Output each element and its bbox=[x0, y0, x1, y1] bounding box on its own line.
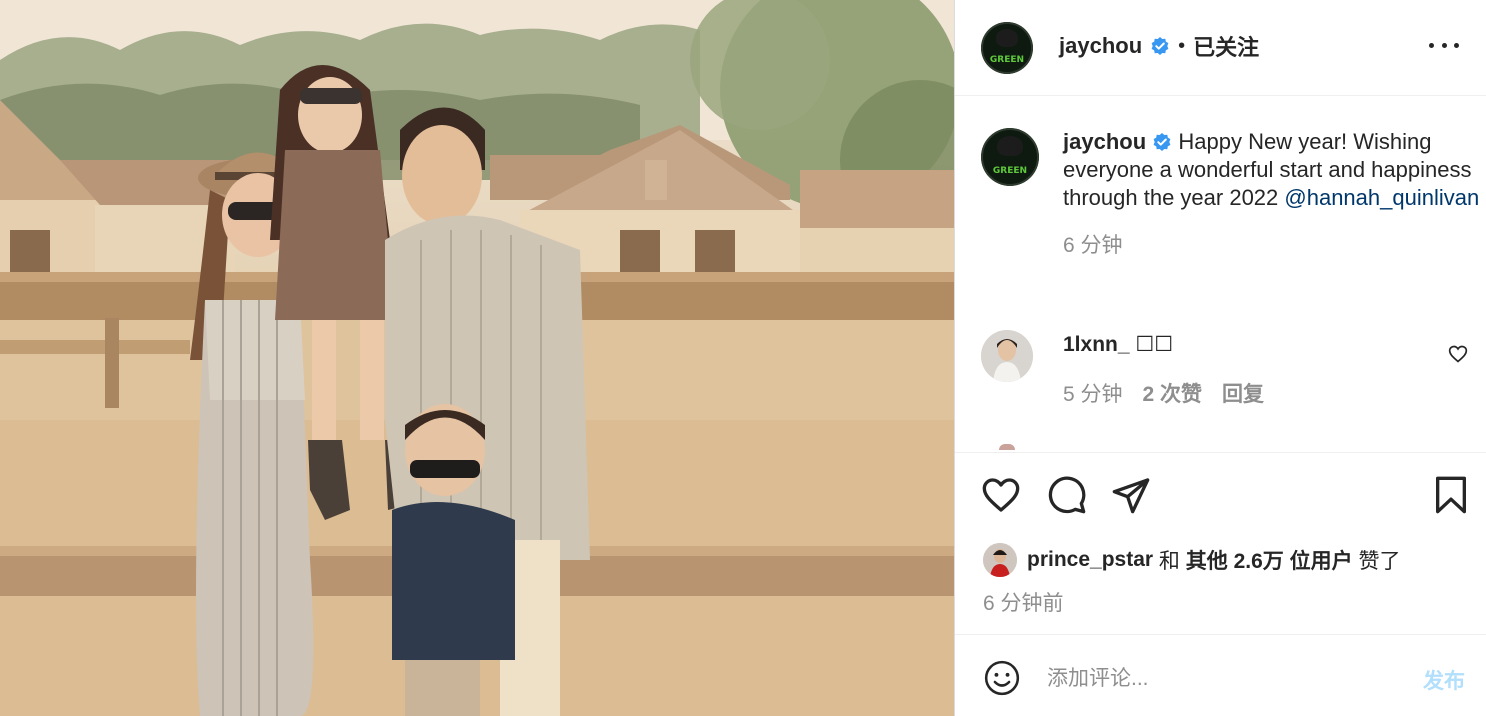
comment-reply-button[interactable]: 回复 bbox=[1222, 378, 1264, 408]
more-dot bbox=[1429, 42, 1434, 48]
post-actions-section: prince_pstar 和 其他 2.6万 位用户 赞了 6 分钟前 bbox=[955, 452, 1486, 634]
likes-summary: prince_pstar 和 其他 2.6万 位用户 赞了 bbox=[983, 543, 1400, 577]
author-username[interactable]: jaychou bbox=[1059, 33, 1142, 59]
comment-like-heart-icon[interactable] bbox=[1448, 344, 1468, 364]
liker-avatar-image bbox=[983, 543, 1017, 577]
caption-avatar[interactable]: GREEN bbox=[981, 128, 1039, 186]
follow-status-button[interactable]: 已关注 bbox=[1193, 30, 1259, 62]
heart-icon[interactable] bbox=[981, 475, 1021, 515]
verified-badge-icon bbox=[1151, 37, 1169, 55]
caption-text-block: jaychou Happy New year! Wishing everyone… bbox=[1063, 128, 1483, 260]
author-avatar[interactable]: GREEN bbox=[981, 22, 1033, 74]
header-user-row: jaychou • 已关注 bbox=[1059, 30, 1259, 62]
likes-connector: 和 bbox=[1153, 550, 1186, 573]
likes-suffix: 赞了 bbox=[1352, 550, 1401, 573]
comment-bubble-icon[interactable] bbox=[1047, 475, 1087, 515]
post-side-panel: GREEN jaychou • 已关注 GREEN jaychou Happy … bbox=[954, 0, 1486, 716]
next-comment-avatar-edge bbox=[999, 444, 1015, 450]
comment-time: 5 分钟 bbox=[1063, 383, 1123, 406]
avatar-ring bbox=[981, 22, 1033, 74]
smiley-icon[interactable] bbox=[983, 659, 1021, 697]
comment-meta-row: 5 分钟 2 次赞 回复 bbox=[1063, 378, 1264, 408]
post-photo bbox=[0, 0, 954, 716]
commenter-avatar-image bbox=[981, 330, 1033, 382]
commenter-username[interactable]: 1lxnn_ ☐☐ bbox=[1063, 332, 1173, 357]
likes-others-count[interactable]: 其他 2.6万 位用户 bbox=[1186, 545, 1353, 575]
comment-input[interactable] bbox=[1047, 663, 1397, 695]
commenter-avatar[interactable] bbox=[981, 330, 1033, 382]
caption-mention-link[interactable]: @hannah_quinlivan bbox=[1284, 185, 1479, 210]
avatar-ring bbox=[981, 128, 1039, 186]
first-liker-username[interactable]: prince_pstar bbox=[1027, 548, 1153, 572]
liker-avatar[interactable] bbox=[983, 543, 1017, 577]
verified-badge-icon bbox=[1153, 133, 1171, 151]
more-options-icon[interactable] bbox=[1429, 30, 1459, 60]
separator-dot: • bbox=[1178, 34, 1186, 57]
caption-time: 6 分钟 bbox=[1063, 234, 1123, 257]
comment-likes-count[interactable]: 2 次赞 bbox=[1143, 378, 1203, 408]
add-comment-bar: 发布 bbox=[955, 634, 1486, 716]
post-photo-illustration bbox=[0, 0, 954, 716]
paper-plane-icon[interactable] bbox=[1111, 475, 1151, 515]
bookmark-icon[interactable] bbox=[1431, 475, 1471, 515]
post-comment-button[interactable]: 发布 bbox=[1423, 665, 1465, 695]
more-dot bbox=[1441, 42, 1447, 48]
more-dot bbox=[1454, 42, 1459, 48]
post-header: GREEN jaychou • 已关注 bbox=[955, 0, 1486, 96]
comment-item: 1lxnn_ ☐☐ 5 分钟 2 次赞 回复 bbox=[981, 330, 1461, 420]
post-time-ago: 6 分钟前 bbox=[983, 592, 1064, 615]
caption-username[interactable]: jaychou bbox=[1063, 129, 1146, 154]
